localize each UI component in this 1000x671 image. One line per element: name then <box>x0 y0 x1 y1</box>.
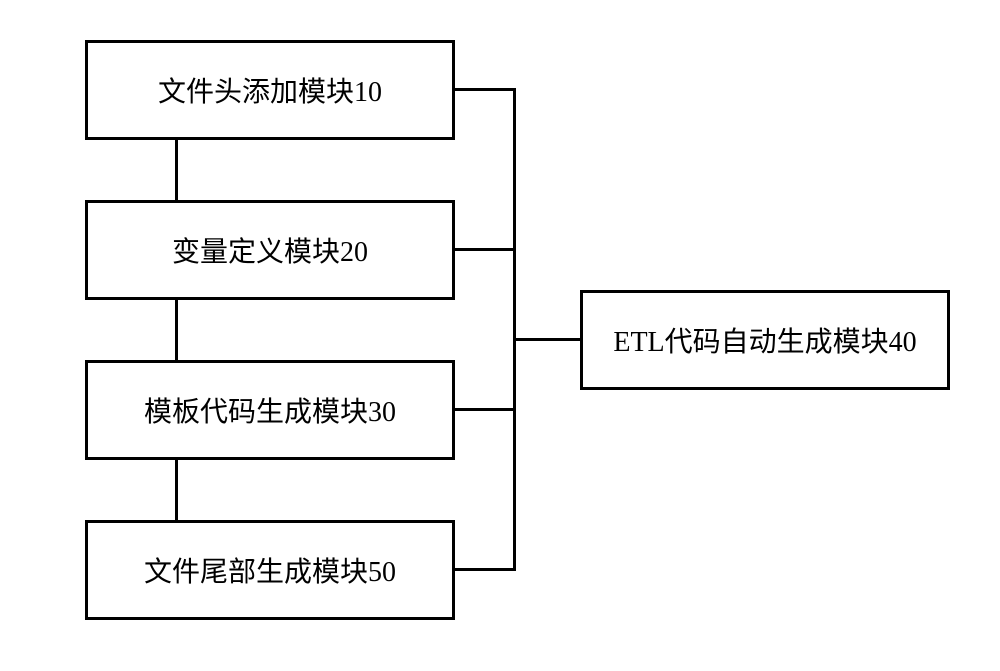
box-label: 文件头添加模块10 <box>158 70 382 110</box>
variable-definition-module-box: 变量定义模块20 <box>85 200 455 300</box>
connector-line <box>175 460 178 520</box>
connector-line <box>455 568 515 571</box>
connector-line <box>455 248 515 251</box>
etl-code-auto-generation-module-box: ETL代码自动生成模块40 <box>580 290 950 390</box>
connector-line <box>455 88 515 91</box>
box-label: ETL代码自动生成模块40 <box>613 320 916 360</box>
template-code-generation-module-box: 模板代码生成模块30 <box>85 360 455 460</box>
connector-line <box>513 88 516 571</box>
connector-line <box>516 338 580 341</box>
box-label: 模板代码生成模块30 <box>144 390 396 430</box>
file-header-add-module-box: 文件头添加模块10 <box>85 40 455 140</box>
connector-line <box>175 300 178 360</box>
box-label: 变量定义模块20 <box>172 230 368 270</box>
file-tail-generation-module-box: 文件尾部生成模块50 <box>85 520 455 620</box>
connector-line <box>175 140 178 200</box>
box-label: 文件尾部生成模块50 <box>144 550 396 590</box>
connector-line <box>455 408 515 411</box>
